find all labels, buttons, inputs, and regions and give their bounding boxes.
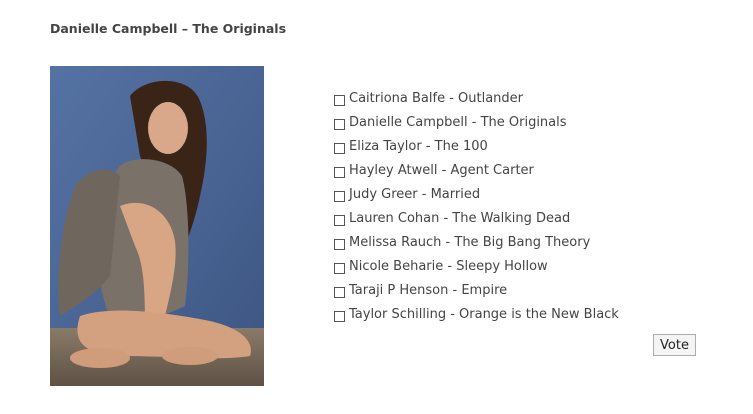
checkbox[interactable] [334, 118, 345, 130]
vote-button[interactable]: Vote [653, 334, 696, 356]
poll-option[interactable]: Danielle Campbell - The Originals [334, 110, 619, 134]
poll-option[interactable]: Judy Greer - Married [334, 182, 619, 206]
poll-option-label: Taylor Schilling - Orange is the New Bla… [349, 306, 619, 322]
poll-option-label: Taraji P Henson - Empire [349, 282, 508, 298]
checkbox[interactable] [334, 214, 345, 226]
checkbox[interactable] [334, 238, 345, 250]
poll-option-label: Judy Greer - Married [349, 186, 481, 202]
actress-photo [50, 66, 264, 386]
poll-option-label: Hayley Atwell - Agent Carter [349, 162, 534, 178]
poll-option-label: Caitriona Balfe - Outlander [349, 90, 524, 106]
checkbox[interactable] [334, 262, 345, 274]
checkbox[interactable] [334, 166, 345, 178]
poll-option[interactable]: Eliza Taylor - The 100 [334, 134, 619, 158]
poll-option[interactable]: Hayley Atwell - Agent Carter [334, 158, 619, 182]
checkbox[interactable] [334, 286, 345, 298]
poll-option-label: Eliza Taylor - The 100 [349, 138, 488, 154]
checkbox[interactable] [334, 310, 345, 322]
poll-option[interactable]: Taylor Schilling - Orange is the New Bla… [334, 302, 619, 326]
poll-option-label: Nicole Beharie - Sleepy Hollow [349, 258, 548, 274]
poll-option-label: Melissa Rauch - The Big Bang Theory [349, 234, 591, 250]
poll-option[interactable]: Caitriona Balfe - Outlander [334, 86, 619, 110]
checkbox[interactable] [334, 94, 345, 106]
poll-option[interactable]: Taraji P Henson - Empire [334, 278, 619, 302]
checkbox[interactable] [334, 190, 345, 202]
poll-option[interactable]: Nicole Beharie - Sleepy Hollow [334, 254, 619, 278]
poll-option-label: Lauren Cohan - The Walking Dead [349, 210, 571, 226]
checkbox[interactable] [334, 142, 345, 154]
poll-option-label: Danielle Campbell - The Originals [349, 114, 567, 130]
poll-option[interactable]: Lauren Cohan - The Walking Dead [334, 206, 619, 230]
poll-options: Caitriona Balfe - Outlander Danielle Cam… [334, 86, 619, 326]
poll-option[interactable]: Melissa Rauch - The Big Bang Theory [334, 230, 619, 254]
post-title: Danielle Campbell – The Originals [50, 21, 287, 36]
